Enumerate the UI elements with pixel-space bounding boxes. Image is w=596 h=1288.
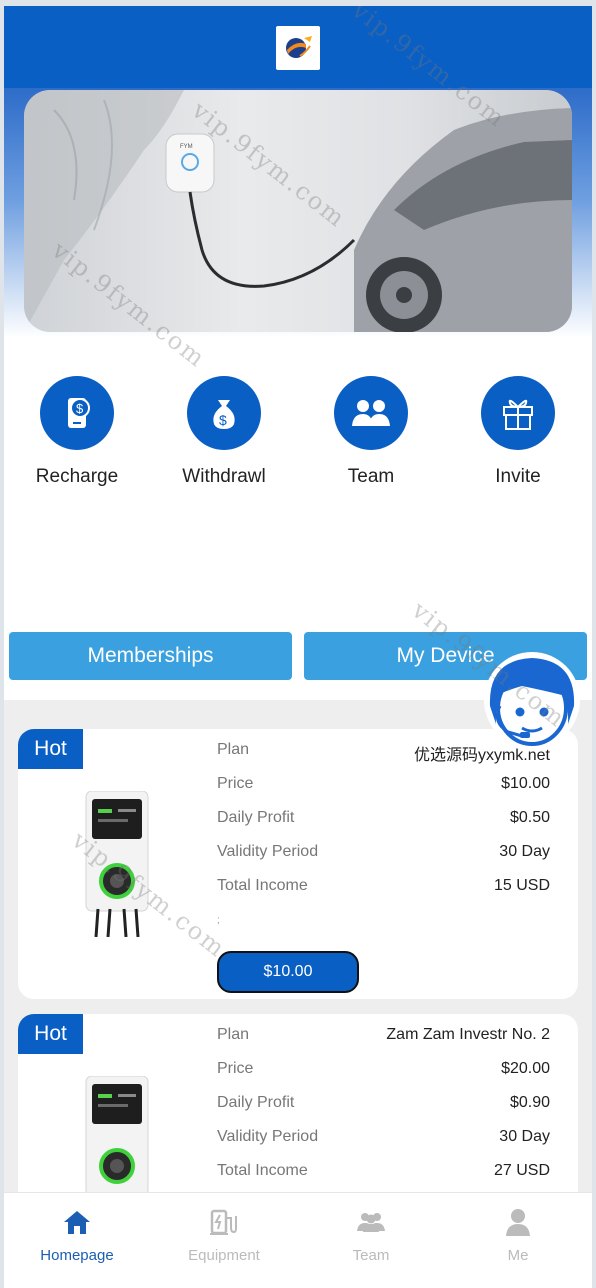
validity-value: 30 Day xyxy=(499,843,550,860)
hot-badge: Hot xyxy=(18,1014,83,1054)
invite-label: Invite xyxy=(495,466,541,487)
total-income-key: Total Income xyxy=(217,877,308,894)
nav-homepage-label: Homepage xyxy=(40,1247,114,1264)
plan-row: Plan Zam Zam Investr No. 2 xyxy=(217,1026,550,1050)
total-income-row: Total Income 27 USD xyxy=(217,1162,550,1186)
tab-memberships[interactable]: Memberships xyxy=(9,632,292,680)
home-icon xyxy=(4,1207,150,1237)
money-bag-icon: $ xyxy=(187,376,261,450)
solar-globe-logo xyxy=(276,26,320,70)
app-frame: FYM $ Recharge $ Withdrawl Team Invite M… xyxy=(4,6,592,1288)
nav-me-label: Me xyxy=(507,1247,529,1264)
plan-value: Zam Zam Investr No. 2 xyxy=(386,1026,550,1043)
price-key: Price xyxy=(217,775,254,792)
charger-brand-text: FYM xyxy=(180,144,193,150)
team-icon xyxy=(298,1207,444,1237)
svg-text:$: $ xyxy=(219,412,227,428)
daily-profit-value: $0.50 xyxy=(509,809,550,826)
price-row: Price $10.00 xyxy=(217,775,550,799)
daily-profit-row: Daily Profit $0.90 xyxy=(217,1094,550,1118)
total-income-row: Total Income 15 USD xyxy=(217,877,550,901)
shortcut-grid: $ Recharge $ Withdrawl Team Invite xyxy=(4,376,592,496)
plan-list: Hot Plan 优选源码yxymk.net Price $10.00 Dail… xyxy=(4,700,592,1284)
validity-value: 30 Day xyxy=(499,1128,550,1145)
withdrawl-label: Withdrawl xyxy=(182,466,266,487)
invite-shortcut[interactable]: Invite xyxy=(448,376,588,488)
nav-equipment-label: Equipment xyxy=(188,1247,260,1264)
nav-team[interactable]: Team xyxy=(298,1207,444,1264)
daily-profit-row: Daily Profit $0.50 xyxy=(217,809,550,833)
validity-row: Validity Period 30 Day xyxy=(217,1128,550,1152)
nav-equipment[interactable]: Equipment xyxy=(151,1207,297,1264)
recharge-shortcut[interactable]: $ Recharge xyxy=(7,376,147,488)
charging-station-icon xyxy=(151,1207,297,1237)
recharge-label: Recharge xyxy=(35,466,119,487)
team-icon xyxy=(334,376,408,450)
phone-dollar-icon: $ xyxy=(40,376,114,450)
plan-key: Plan xyxy=(217,741,250,758)
charger-product-image xyxy=(84,790,150,938)
bottom-nav: Homepage Equipment Team Me xyxy=(4,1192,592,1288)
customer-support-icon[interactable] xyxy=(482,646,582,754)
daily-profit-key: Daily Profit xyxy=(217,1094,295,1111)
hot-badge: Hot xyxy=(18,729,83,769)
person-icon xyxy=(445,1207,591,1237)
banner-image[interactable]: FYM xyxy=(24,90,572,332)
total-income-value: 27 USD xyxy=(493,1162,550,1179)
top-bar xyxy=(4,6,592,88)
validity-row: Validity Period 30 Day xyxy=(217,843,550,867)
daily-profit-value: $0.90 xyxy=(509,1094,550,1111)
price-key: Price xyxy=(217,1060,254,1077)
price-value: $10.00 xyxy=(501,775,550,792)
price-row: Price $20.00 xyxy=(217,1060,550,1084)
daily-profit-key: Daily Profit xyxy=(217,809,295,826)
team-shortcut[interactable]: Team xyxy=(301,376,441,488)
gift-icon xyxy=(481,376,555,450)
validity-key: Validity Period xyxy=(217,843,319,860)
team-label: Team xyxy=(347,466,395,487)
nav-me[interactable]: Me xyxy=(445,1207,591,1264)
plan-key: Plan xyxy=(217,1026,250,1043)
plan-note: ; xyxy=(217,915,220,926)
plan-card[interactable]: Hot Plan 优选源码yxymk.net Price $10.00 Dail… xyxy=(18,729,578,999)
svg-text:$: $ xyxy=(76,401,84,416)
buy-button[interactable]: $10.00 xyxy=(217,951,359,993)
price-value: $20.00 xyxy=(501,1060,550,1077)
withdraw-shortcut[interactable]: $ Withdrawl xyxy=(154,376,294,488)
validity-key: Validity Period xyxy=(217,1128,319,1145)
total-income-key: Total Income xyxy=(217,1162,308,1179)
nav-homepage[interactable]: Homepage xyxy=(4,1207,150,1264)
total-income-value: 15 USD xyxy=(493,877,550,894)
nav-team-label: Team xyxy=(352,1247,390,1264)
